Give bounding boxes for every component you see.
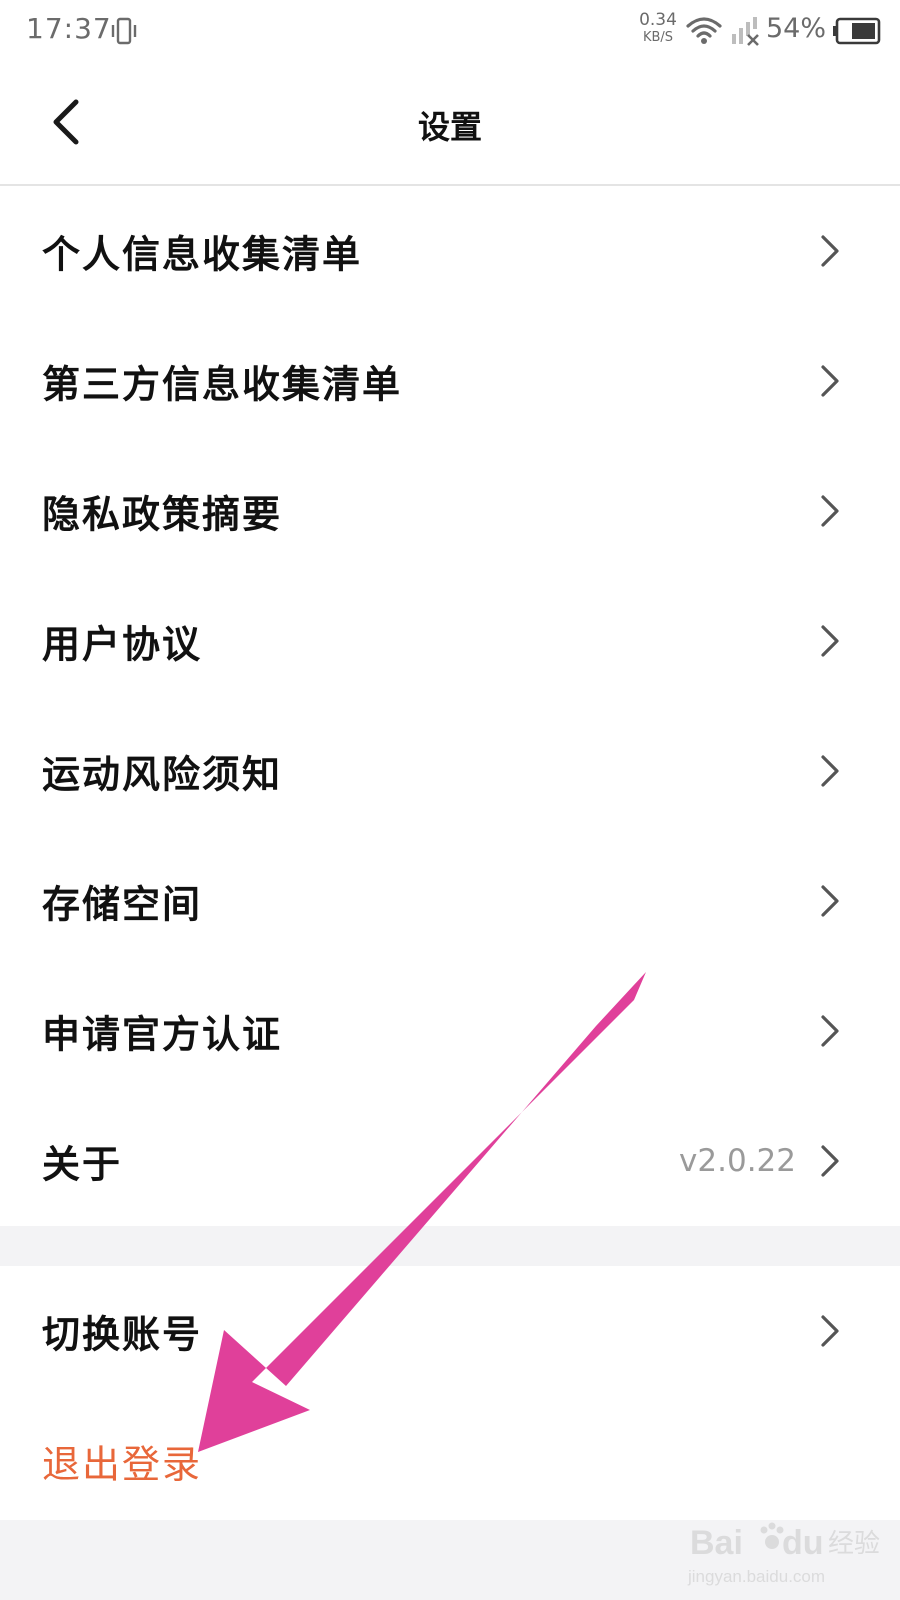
settings-item-user-agreement[interactable]: 用户协议 [0,576,900,706]
status-bar: 17:37 0.34 KB/S 54% [0,0,900,64]
settings-item-label: 隐私政策摘要 [42,491,283,537]
network-speed: 0.34 KB/S [636,10,680,45]
settings-item-exercise-risk[interactable]: 运动风险须知 [0,706,900,836]
watermark-brand-suffix: du [782,1524,824,1562]
settings-item-official-verification[interactable]: 申请官方认证 [0,966,900,1096]
battery-percent: 54% [766,13,827,44]
chevron-right-icon [821,755,839,787]
settings-item-label: 第三方信息收集清单 [42,361,403,407]
chevron-right-icon [821,1015,839,1047]
page-title: 设置 [417,108,482,146]
settings-item-label: 存储空间 [42,881,203,927]
vibrate-icon [111,17,137,45]
settings-item-label: 关于 [42,1141,123,1187]
logout-button[interactable]: 退出登录 [0,1396,900,1526]
chevron-right-icon [821,625,839,657]
settings-screen: 17:37 0.34 KB/S 54% 设置 个人信息收集清单 第三方信息收集清… [0,0,900,1600]
switch-account-label: 切换账号 [42,1311,203,1357]
wifi-icon [686,17,722,44]
network-speed-unit: KB/S [642,30,674,45]
chevron-right-icon [821,1315,839,1347]
settings-item-about[interactable]: 关于 v2.0.22 [0,1096,900,1226]
paw-logo [760,1522,784,1549]
section-divider [0,1226,900,1266]
battery-icon [833,17,881,45]
status-time: 17:37 [26,12,112,45]
chevron-right-icon [821,365,839,397]
settings-item-privacy-summary[interactable]: 隐私政策摘要 [0,446,900,576]
settings-list: 个人信息收集清单 第三方信息收集清单 隐私政策摘要 用户协议 运动风险须知 存储… [0,186,900,1226]
chevron-right-icon [821,235,839,267]
watermark-product: 经验 [828,1529,880,1559]
switch-account-item[interactable]: 切换账号 [0,1266,900,1396]
logout-label: 退出登录 [42,1442,203,1487]
watermark-url: jingyan.baidu.com [687,1567,825,1586]
navigation-bar: 设置 [0,64,900,186]
settings-item-label: 用户协议 [42,621,203,667]
settings-item-storage[interactable]: 存储空间 [0,836,900,966]
settings-item-personal-info-list[interactable]: 个人信息收集清单 [0,186,900,316]
settings-item-label: 运动风险须知 [42,751,283,797]
settings-item-label: 个人信息收集清单 [42,231,363,277]
chevron-right-icon [821,495,839,527]
settings-item-third-party-info-list[interactable]: 第三方信息收集清单 [0,316,900,446]
chevron-right-icon [821,885,839,917]
version-value: v2.0.22 [679,1143,796,1179]
signal-icon [732,17,759,46]
chevron-right-icon [821,1145,839,1177]
settings-item-label: 申请官方认证 [42,1011,283,1057]
watermark-brand: Bai [690,1524,743,1562]
baidu-jingyan-watermark: Bai du 经验 jingyan.baidu.com [687,1522,880,1586]
network-speed-value: 0.34 [639,10,677,30]
